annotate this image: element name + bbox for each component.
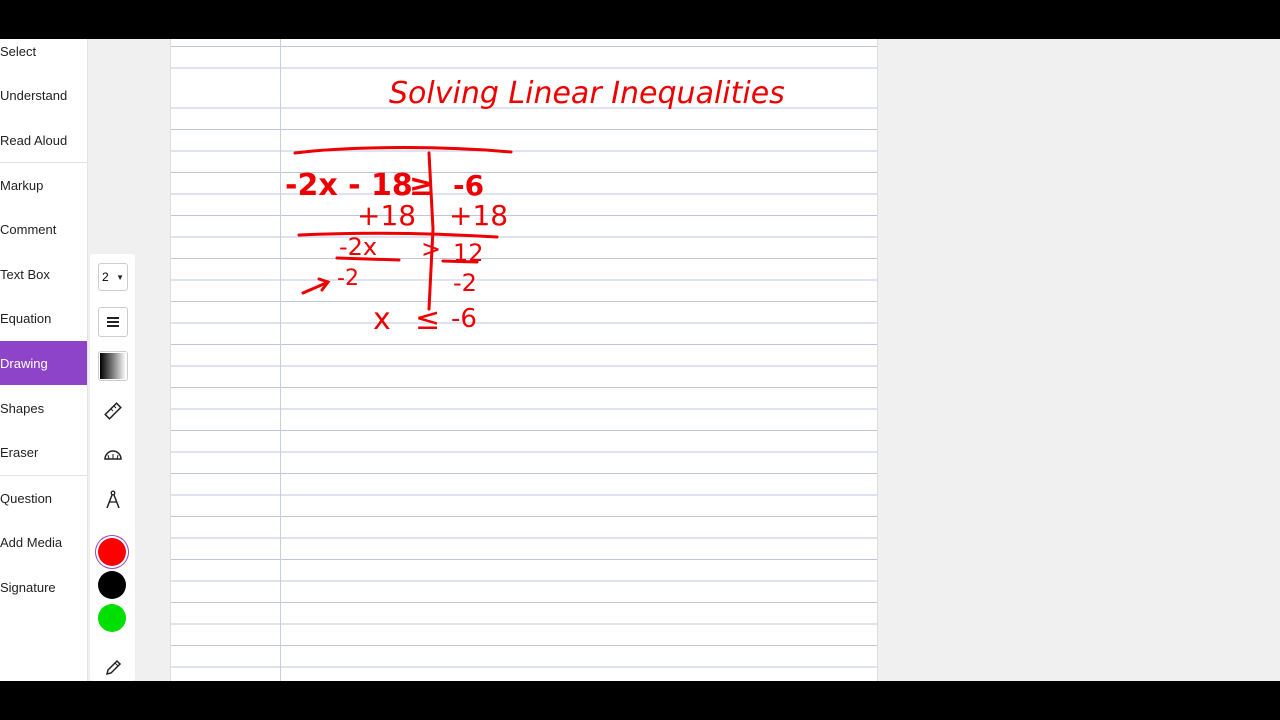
- color-swatch-green[interactable]: [98, 604, 126, 632]
- step-3-left: -2x: [339, 233, 377, 261]
- step-1-op: ≥: [409, 168, 434, 203]
- stroke-size-select[interactable]: 2 ▼: [98, 263, 128, 291]
- tool-comment[interactable]: Comment: [0, 207, 87, 251]
- stroke-size-value: 2: [102, 270, 109, 284]
- step-4-left: -2: [337, 266, 359, 291]
- step-3-right: 12: [453, 239, 484, 267]
- worksheet-page[interactable]: Solving Linear Inequalities -2x - 18 ≥ -…: [170, 39, 878, 681]
- t-chart-mid-line: [297, 231, 499, 239]
- tool-label: Understand: [0, 87, 68, 103]
- tool-label: Equation: [0, 310, 52, 326]
- tool-label: Select: [0, 43, 37, 59]
- app-window: Select Understand Read Aloud Markup Comm…: [0, 39, 1280, 681]
- tool-label: Question: [0, 490, 53, 506]
- tool-add-media[interactable]: Add Media: [0, 520, 87, 564]
- tool-read-aloud[interactable]: Read Aloud: [0, 118, 87, 162]
- tool-label: Add Media: [0, 534, 63, 550]
- tool-signature[interactable]: Signature: [0, 565, 87, 609]
- tool-drawing[interactable]: Drawing: [0, 341, 87, 385]
- tool-label: Shapes: [0, 400, 45, 416]
- step-5-op: ≤: [415, 302, 440, 337]
- tool-label: Markup: [0, 177, 44, 193]
- tool-label: Drawing: [0, 355, 48, 371]
- compass-icon[interactable]: [98, 485, 128, 515]
- tool-text-box[interactable]: Text Box: [0, 252, 87, 296]
- tool-select[interactable]: Select: [0, 39, 87, 73]
- step-2-right: +18: [449, 199, 508, 232]
- gradient-icon[interactable]: [98, 351, 128, 381]
- tool-shapes[interactable]: Shapes: [0, 386, 87, 430]
- step-5-right: -6: [451, 304, 477, 334]
- tool-understand[interactable]: Understand: [0, 73, 87, 117]
- step-5-left: x: [373, 302, 391, 337]
- pencil-icon[interactable]: [98, 653, 128, 681]
- step-1-right: -6: [453, 169, 484, 202]
- tool-markup[interactable]: Markup: [0, 163, 87, 207]
- tool-label: Text Box: [0, 266, 50, 282]
- ruler-icon[interactable]: [98, 396, 128, 426]
- worksheet-title: Solving Linear Inequalities: [389, 76, 785, 111]
- color-swatch-black[interactable]: [98, 571, 126, 599]
- step-1-left: -2x - 18: [285, 168, 413, 203]
- protractor-icon[interactable]: [98, 440, 128, 470]
- step-4-right: -2: [453, 269, 477, 297]
- tool-label: Read Aloud: [0, 132, 68, 148]
- tool-equation[interactable]: Equation: [0, 296, 87, 340]
- tool-label: Eraser: [0, 444, 39, 460]
- handwriting-canvas[interactable]: Solving Linear Inequalities -2x - 18 ≥ -…: [171, 39, 877, 681]
- tool-label: Comment: [0, 221, 57, 237]
- tool-eraser[interactable]: Eraser: [0, 430, 87, 474]
- color-swatch-red[interactable]: [98, 538, 126, 566]
- step-3-op: >: [421, 235, 441, 263]
- tool-sidebar: Select Understand Read Aloud Markup Comm…: [0, 39, 88, 681]
- chevron-down-icon: ▼: [116, 273, 124, 282]
- tool-question[interactable]: Question: [0, 476, 87, 520]
- tool-label: Signature: [0, 579, 56, 595]
- step-2-left: +18: [357, 199, 416, 232]
- menu-icon[interactable]: [98, 307, 128, 337]
- t-chart-top-line: [293, 146, 513, 155]
